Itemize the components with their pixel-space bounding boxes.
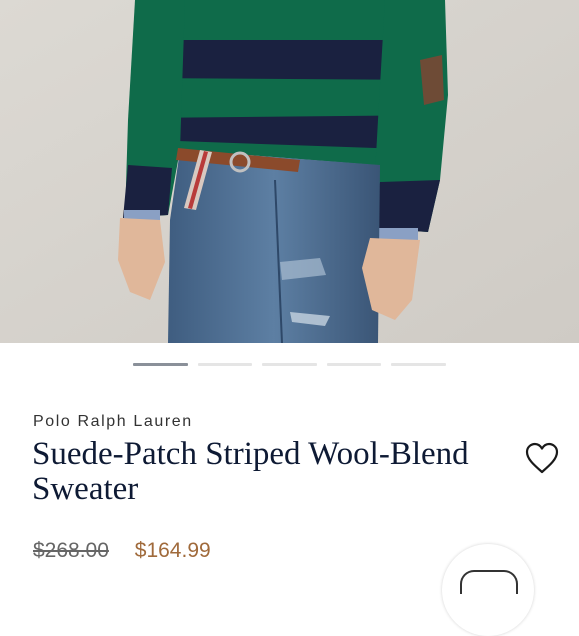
original-price: $268.00 bbox=[33, 539, 109, 562]
sale-price: $164.99 bbox=[134, 539, 211, 562]
chat-button[interactable] bbox=[442, 544, 534, 636]
chat-icon bbox=[460, 570, 518, 594]
brand-name[interactable]: Polo Ralph Lauren bbox=[33, 413, 193, 431]
add-to-wishlist-button[interactable] bbox=[524, 441, 560, 475]
price-row: $268.00 $164.99 bbox=[33, 539, 211, 563]
image-carousel-indicator bbox=[133, 363, 446, 367]
product-photo bbox=[0, 0, 579, 343]
carousel-dot-4[interactable] bbox=[326, 363, 382, 366]
carousel-dot-5[interactable] bbox=[391, 363, 446, 366]
carousel-dot-1[interactable] bbox=[133, 363, 188, 366]
carousel-dot-3[interactable] bbox=[262, 363, 317, 366]
carousel-dot-2[interactable] bbox=[197, 363, 253, 366]
product-title: Suede-Patch Striped Wool-Blend Sweater bbox=[32, 436, 469, 507]
heart-outline-icon bbox=[525, 442, 559, 474]
product-image[interactable] bbox=[0, 0, 579, 343]
